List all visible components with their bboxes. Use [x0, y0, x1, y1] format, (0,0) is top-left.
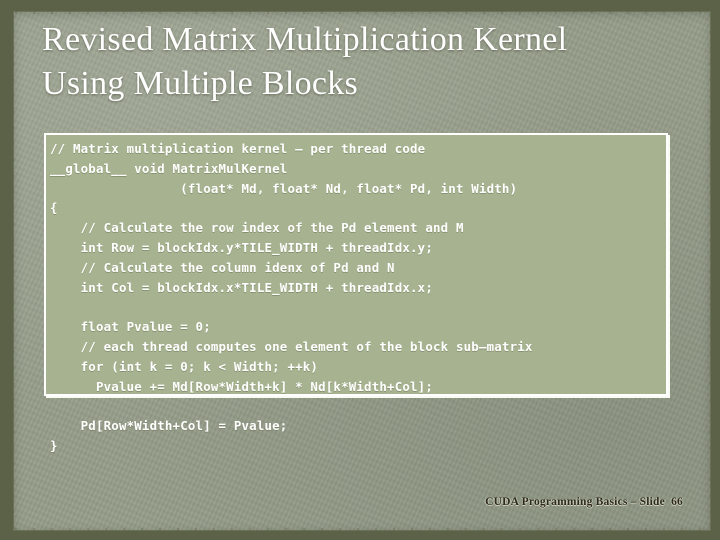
code-block-text: // Matrix multiplication kernel – per th…: [50, 141, 533, 453]
slide-content: Revised Matrix Multiplication Kernel Usi…: [0, 0, 720, 540]
code-block-panel: // Matrix multiplication kernel – per th…: [44, 133, 668, 453]
slide-footer: CUDA Programming Basics – Slide 66: [485, 496, 683, 508]
page-title: Revised Matrix Multiplication Kernel Usi…: [42, 21, 568, 102]
presentation-slide: Revised Matrix Multiplication Kernel Usi…: [0, 0, 720, 540]
